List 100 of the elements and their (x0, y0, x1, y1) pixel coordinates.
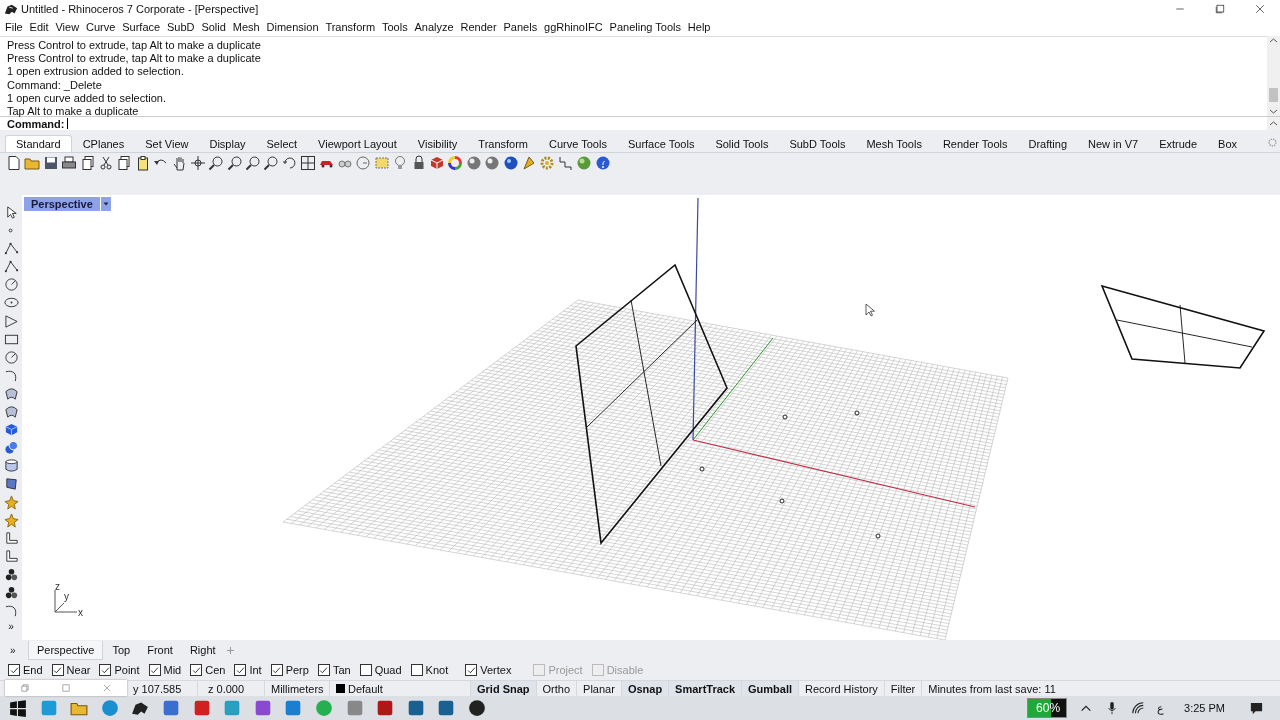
menu-item[interactable]: View (55, 21, 85, 33)
layer-name[interactable]: Default (348, 682, 383, 695)
menu-item[interactable]: Render (460, 21, 502, 33)
checkbox[interactable] (317, 664, 330, 676)
toolbar-tab[interactable]: CPlanes (72, 136, 135, 152)
menu-item[interactable]: ggRhinoIFC (544, 21, 608, 33)
pages-icon[interactable] (79, 155, 96, 171)
menu-item[interactable]: SubD (167, 21, 200, 33)
sphere-icon[interactable] (465, 155, 482, 171)
curve-icon[interactable] (3, 603, 19, 619)
magnifier-icon[interactable] (226, 155, 243, 171)
toolbar-tab[interactable]: Visibility (407, 136, 468, 152)
windows-icon[interactable] (9, 699, 27, 717)
notification-icon[interactable] (1249, 700, 1264, 716)
grid-icon[interactable] (300, 155, 317, 171)
status-toggle[interactable]: Grid Snap (471, 681, 537, 696)
status-toggle[interactable]: Osnap (621, 681, 670, 696)
triangle-icon[interactable] (3, 313, 19, 329)
toolbar-tab[interactable]: Box (1208, 136, 1248, 152)
checkbox[interactable] (51, 664, 64, 676)
toolbar-tab[interactable]: New in V7 (1078, 136, 1149, 152)
app-tile-icon[interactable] (376, 699, 395, 717)
toolbar-tab[interactable]: Extrude (1149, 136, 1208, 152)
menu-item[interactable]: Curve (86, 21, 121, 33)
viewport-tab[interactable]: Top (104, 641, 139, 659)
crosshair-icon[interactable] (189, 155, 206, 171)
polyline-icon[interactable] (3, 259, 19, 275)
toolbar-tab[interactable]: Viewport Layout (308, 136, 407, 152)
viewport-tab[interactable]: Right (181, 641, 224, 659)
checkbox[interactable] (148, 664, 161, 676)
pages-icon[interactable] (116, 155, 133, 171)
surface-icon[interactable] (3, 476, 19, 492)
menu-item[interactable]: Transform (325, 21, 381, 33)
toolbar-tab[interactable]: Surface Tools (617, 136, 705, 152)
help-icon[interactable] (594, 155, 611, 171)
app-tile-icon[interactable] (284, 699, 303, 717)
star-icon[interactable] (3, 512, 19, 528)
viewport-menu-button[interactable] (100, 197, 111, 211)
app-tile-icon[interactable] (253, 699, 272, 717)
status-toggle[interactable]: SmartTrack (669, 681, 743, 696)
menu-item[interactable]: Mesh (232, 21, 265, 33)
checkbox[interactable] (234, 664, 247, 676)
cylinder-icon[interactable] (3, 458, 19, 474)
checkbox[interactable] (99, 664, 112, 676)
floppy-icon[interactable] (42, 155, 59, 171)
app-tile-icon[interactable] (161, 699, 180, 717)
menu-item[interactable]: Solid (201, 21, 232, 33)
app-circle-icon[interactable] (467, 699, 486, 717)
app-tile-icon[interactable] (406, 699, 425, 717)
gear-icon[interactable] (539, 155, 556, 171)
toolbar-tab[interactable]: Set View (135, 136, 199, 152)
hand-icon[interactable] (171, 155, 188, 171)
menu-item[interactable]: Analyze (414, 21, 459, 33)
star-icon[interactable] (3, 494, 19, 510)
menu-item[interactable]: Edit (29, 21, 54, 33)
magnifier-icon[interactable] (263, 155, 280, 171)
toolbar-tab[interactable]: Standard (5, 135, 72, 152)
checkbox[interactable] (359, 664, 372, 676)
wifi-icon[interactable] (1131, 701, 1146, 715)
bluesphere-icon[interactable] (502, 155, 519, 171)
magnifier-icon[interactable] (245, 155, 262, 171)
cube-icon[interactable] (3, 422, 19, 438)
toolbar-tab[interactable]: Mesh Tools (856, 136, 932, 152)
menu-item[interactable]: File (5, 21, 28, 33)
clock[interactable]: 3:25 PM (1184, 702, 1225, 714)
circle-icon[interactable] (3, 349, 19, 365)
magnifier-icon[interactable] (208, 155, 225, 171)
language-indicator[interactable]: ع (1157, 701, 1165, 715)
menu-item[interactable]: Help (687, 21, 716, 33)
viewport-tab[interactable]: Front (139, 641, 181, 659)
checkbox[interactable] (465, 664, 478, 676)
checkbox[interactable] (8, 664, 20, 676)
printer-icon[interactable] (61, 155, 78, 171)
page-icon[interactable] (6, 155, 22, 171)
viewport-title[interactable]: Perspective (24, 197, 100, 211)
checkbox[interactable] (410, 664, 423, 676)
close-icon[interactable] (1254, 3, 1266, 15)
menu-item[interactable]: Paneling Tools (609, 21, 687, 33)
app-tile-icon[interactable] (192, 699, 211, 717)
blackspheres-icon[interactable] (3, 584, 19, 600)
box-icon[interactable] (429, 155, 445, 171)
app-tile-icon[interactable] (437, 699, 456, 717)
toolbar-tab[interactable]: Transform (468, 136, 539, 152)
circle-icon[interactable] (3, 277, 19, 293)
steps-icon[interactable] (557, 155, 574, 171)
checkbox[interactable] (270, 664, 283, 676)
viewport-tab[interactable]: Perspective (28, 640, 104, 660)
colorwheel-icon[interactable] (447, 155, 464, 171)
scissors-icon[interactable] (97, 155, 114, 171)
blackspheres-icon[interactable] (3, 566, 19, 582)
status-toggle[interactable]: Gumball (742, 681, 800, 696)
patch-icon[interactable] (3, 404, 19, 420)
more-tabs-button[interactable]: » (10, 644, 28, 656)
rotate-icon[interactable] (281, 155, 298, 171)
toolbar-tab[interactable]: Select (256, 136, 308, 152)
app-tile-icon[interactable] (39, 699, 58, 717)
toolbar-tab[interactable]: Render Tools (932, 136, 1018, 152)
toolbar-tab[interactable]: Display (199, 136, 256, 152)
clock-icon[interactable] (355, 155, 372, 171)
menu-item[interactable]: Surface (122, 21, 166, 33)
